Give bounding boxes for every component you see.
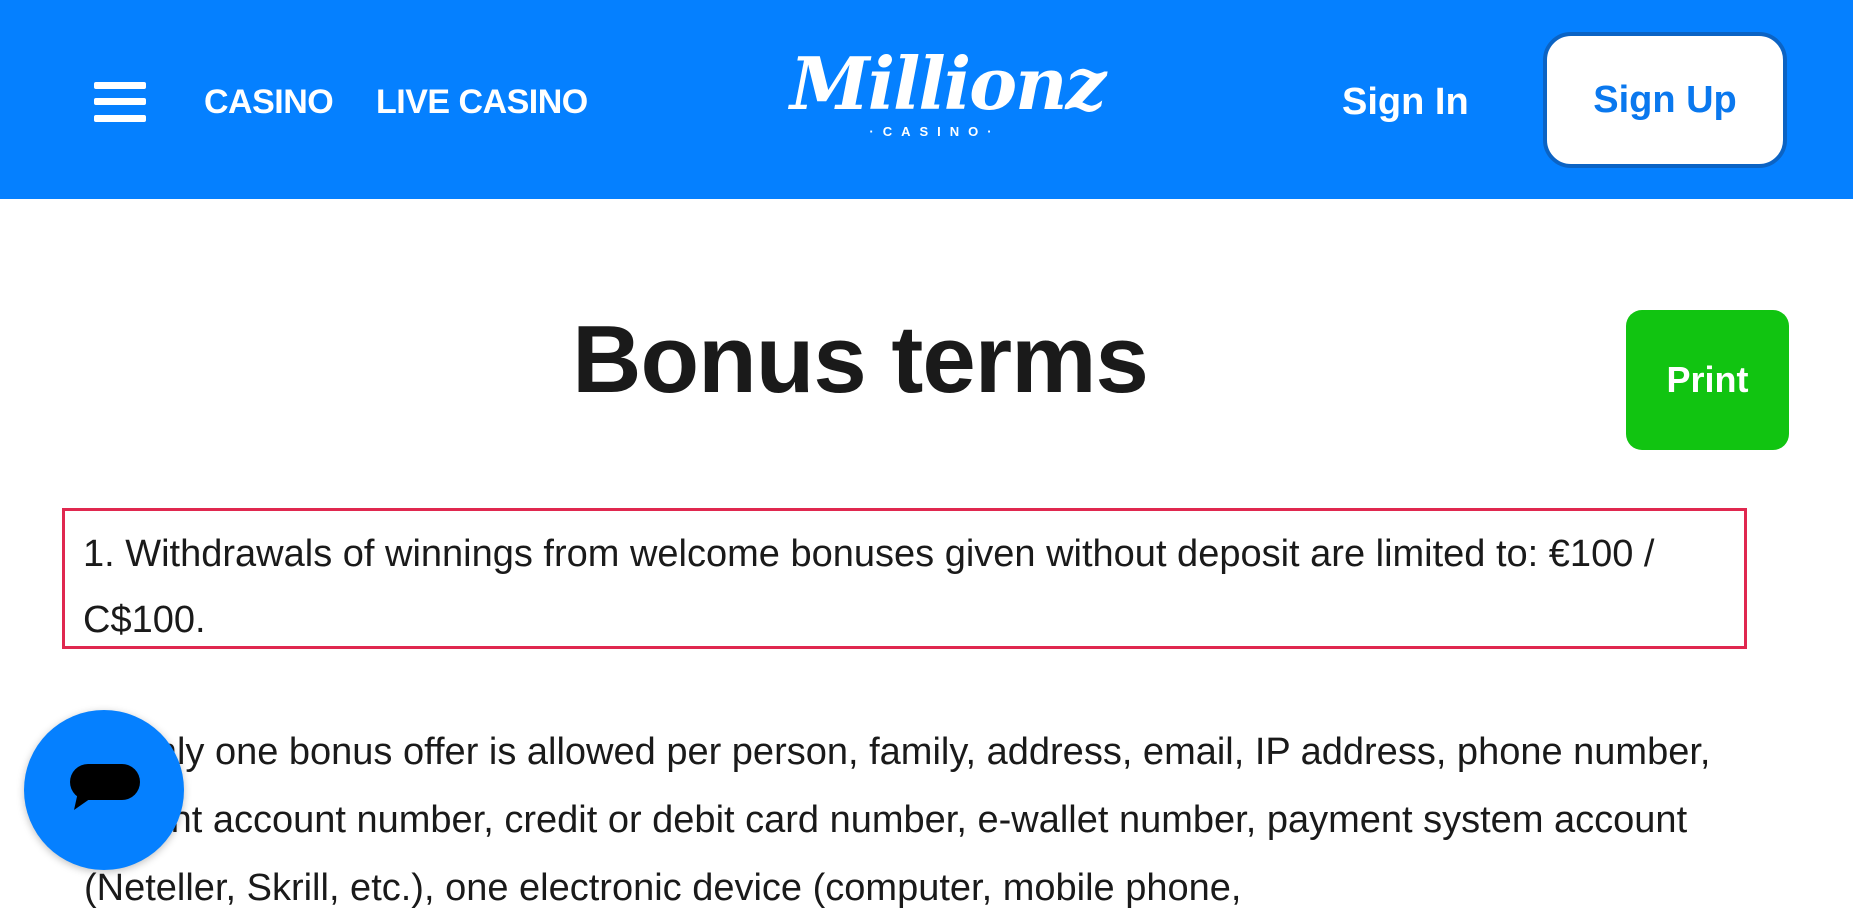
print-button[interactable]: Print <box>1626 310 1789 450</box>
hamburger-line <box>94 98 146 105</box>
term-2: 2. Only one bonus offer is allowed per p… <box>84 731 1711 909</box>
hamburger-menu-icon[interactable] <box>94 82 146 122</box>
chat-bubble-icon <box>70 764 140 810</box>
hamburger-line <box>94 82 146 89</box>
hamburger-line <box>94 115 146 122</box>
chat-widget-button[interactable] <box>24 710 184 870</box>
nav-casino-link[interactable]: CASINO <box>204 82 334 122</box>
sign-up-button[interactable]: Sign Up <box>1543 32 1787 168</box>
page-title: Bonus terms <box>572 306 1149 413</box>
term-1-highlighted: 1. Withdrawals of winnings from welcome … <box>62 508 1747 649</box>
logo-subtitle: ·CASINO· <box>869 124 1001 139</box>
sign-in-link[interactable]: Sign In <box>1342 80 1469 124</box>
logo-wordmark: Millionz <box>790 41 1106 126</box>
millionz-logo[interactable]: Millionz ·CASINO· <box>790 41 1106 154</box>
site-header: CASINO LIVE CASINO Millionz ·CASINO· Sig… <box>0 0 1853 199</box>
nav-live-casino-link[interactable]: LIVE CASINO <box>376 82 588 122</box>
